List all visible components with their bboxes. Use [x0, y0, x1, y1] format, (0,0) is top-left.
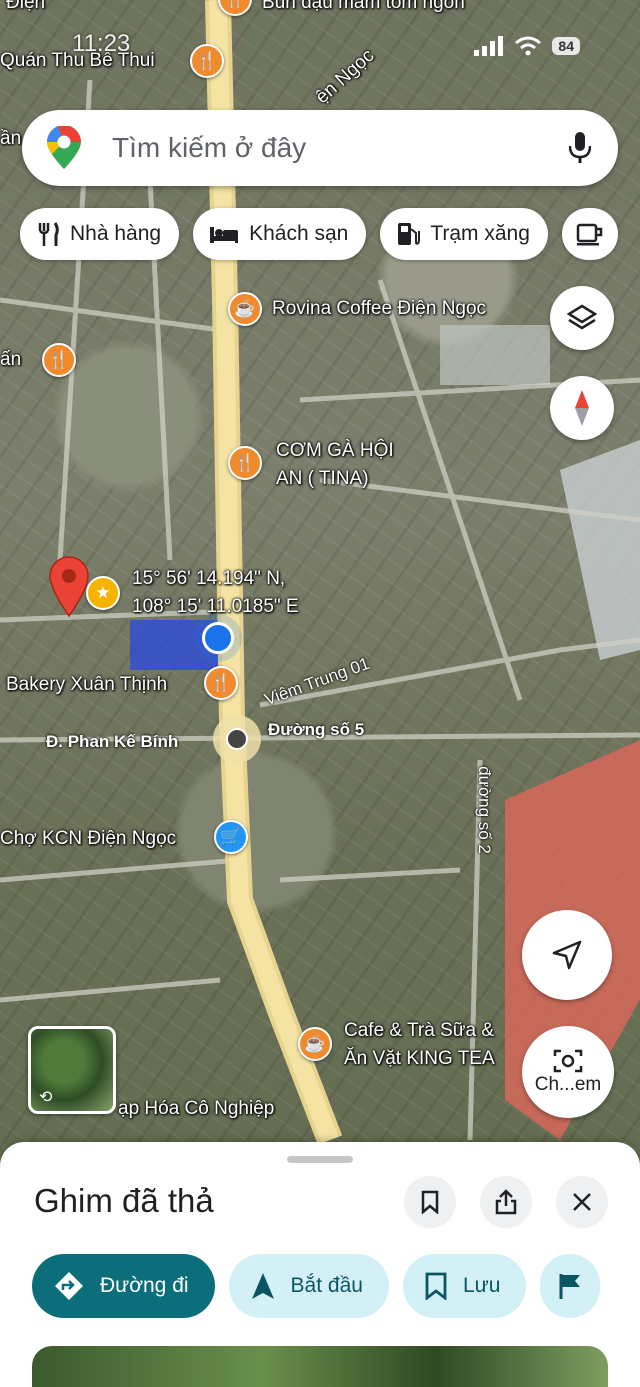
label-action-button[interactable]	[540, 1254, 601, 1318]
place-label[interactable]: Cafe & Trà Sữa &	[344, 1020, 494, 1042]
save-action-button[interactable]: Lưu	[402, 1254, 527, 1318]
share-icon	[495, 1189, 517, 1215]
compass-button[interactable]	[550, 376, 614, 440]
search-bar[interactable]: Tìm kiếm ở đây	[22, 110, 618, 186]
battery-indicator: 84	[552, 37, 580, 55]
restaurant-icon[interactable]: 🍴	[228, 446, 262, 480]
navigation-arrow-icon	[251, 1272, 275, 1300]
coffee-icon	[576, 222, 604, 246]
place-label[interactable]: Điện	[6, 0, 45, 14]
place-label[interactable]: Ăn Vặt KING TEA	[344, 1048, 495, 1070]
compass-icon	[575, 390, 589, 426]
place-label[interactable]: AN ( TINA)	[276, 468, 369, 490]
directions-label: Đường đi	[100, 1274, 189, 1297]
place-label[interactable]: ạp Hóa Cô Nghiệp	[118, 1098, 274, 1120]
directions-button[interactable]: Đường đi	[32, 1254, 215, 1318]
dropped-pin-sheet[interactable]: Ghim đã thả Đường đi Bắt đầu Lưu	[0, 1142, 640, 1387]
wifi-icon	[515, 36, 542, 56]
start-button[interactable]: Bắt đầu	[228, 1254, 389, 1318]
save-button[interactable]	[404, 1176, 456, 1228]
rotate-360-icon: ⟲	[39, 1089, 53, 1106]
search-input[interactable]: Tìm kiếm ở đây	[112, 132, 560, 164]
hotel-icon	[209, 223, 239, 245]
camera-lens-icon	[553, 1049, 583, 1073]
cafe-icon[interactable]: ☕	[228, 292, 262, 326]
road-label: Đ. Phan Kế Bính	[46, 732, 179, 751]
chip-label: Trạm xăng	[430, 222, 530, 245]
pin-latitude: 15° 56' 14.194" N,	[132, 568, 286, 589]
camera-search-label: Ch...em	[534, 1074, 602, 1095]
status-bar: 11:23 84	[0, 30, 640, 64]
directions-icon	[54, 1271, 84, 1301]
my-location-button[interactable]	[522, 910, 612, 1000]
photo-preview[interactable]	[32, 1346, 608, 1387]
layers-button[interactable]	[550, 286, 614, 350]
signal-icon	[474, 36, 504, 56]
road-label: Đường số 5	[268, 720, 365, 739]
place-label[interactable]: ần	[0, 128, 21, 150]
place-label[interactable]: CƠM GÀ HỘI	[276, 440, 394, 462]
chip-cafe[interactable]	[561, 208, 618, 260]
shopping-cart-icon[interactable]: 🛒	[214, 820, 248, 854]
share-button[interactable]	[480, 1176, 532, 1228]
gas-station-icon	[396, 221, 421, 247]
navigation-arrow-icon	[552, 940, 582, 970]
restaurant-icon	[36, 221, 60, 247]
chip-restaurants[interactable]: Nhà hàng	[20, 208, 180, 260]
restaurant-icon[interactable]: 🍴	[42, 343, 76, 377]
pin-longitude: 108° 15' 11.0185" E	[132, 596, 299, 617]
flag-icon	[558, 1272, 582, 1300]
place-label[interactable]: Rovina Coffee Điện Ngọc	[272, 298, 486, 320]
status-time: 11:23	[72, 30, 131, 57]
star-icon[interactable]: ★	[86, 576, 120, 610]
close-button[interactable]	[556, 1176, 608, 1228]
chip-gas-stations[interactable]: Trạm xăng	[380, 208, 548, 260]
layers-icon	[567, 304, 597, 330]
google-maps-logo-icon	[47, 126, 81, 169]
place-label[interactable]: Chợ KCN Điện Ngọc	[0, 828, 176, 850]
chip-hotels[interactable]: Khách sạn	[193, 208, 367, 260]
place-label[interactable]: ấn	[0, 349, 21, 371]
place-label[interactable]: Bún đậu mắm tôm ngon	[262, 0, 465, 14]
current-location-dot	[202, 622, 234, 654]
bookmark-icon	[421, 1190, 439, 1214]
start-label: Bắt đầu	[290, 1274, 363, 1297]
chip-label: Nhà hàng	[70, 222, 162, 245]
category-chips: Nhà hàng Khách sạn Trạm xăng	[20, 208, 618, 260]
place-label[interactable]: Bakery Xuân Thịnh	[6, 674, 167, 696]
street-view-thumbnail[interactable]: ⟲	[28, 1026, 116, 1114]
bookmark-icon	[425, 1272, 447, 1300]
camera-search-button[interactable]: Ch...em	[522, 1026, 614, 1118]
microphone-icon[interactable]	[560, 128, 600, 168]
chip-label: Khách sạn	[249, 222, 349, 245]
restaurant-icon[interactable]: 🍴	[204, 666, 238, 700]
save-label: Lưu	[462, 1274, 501, 1297]
drag-handle[interactable]	[287, 1156, 353, 1163]
cafe-icon[interactable]: ☕	[298, 1027, 332, 1061]
close-icon	[573, 1193, 591, 1211]
dropped-pin-icon[interactable]	[48, 556, 90, 618]
road-label: đường số 2	[474, 766, 494, 854]
sheet-title: Ghim đã thả	[34, 1182, 214, 1219]
